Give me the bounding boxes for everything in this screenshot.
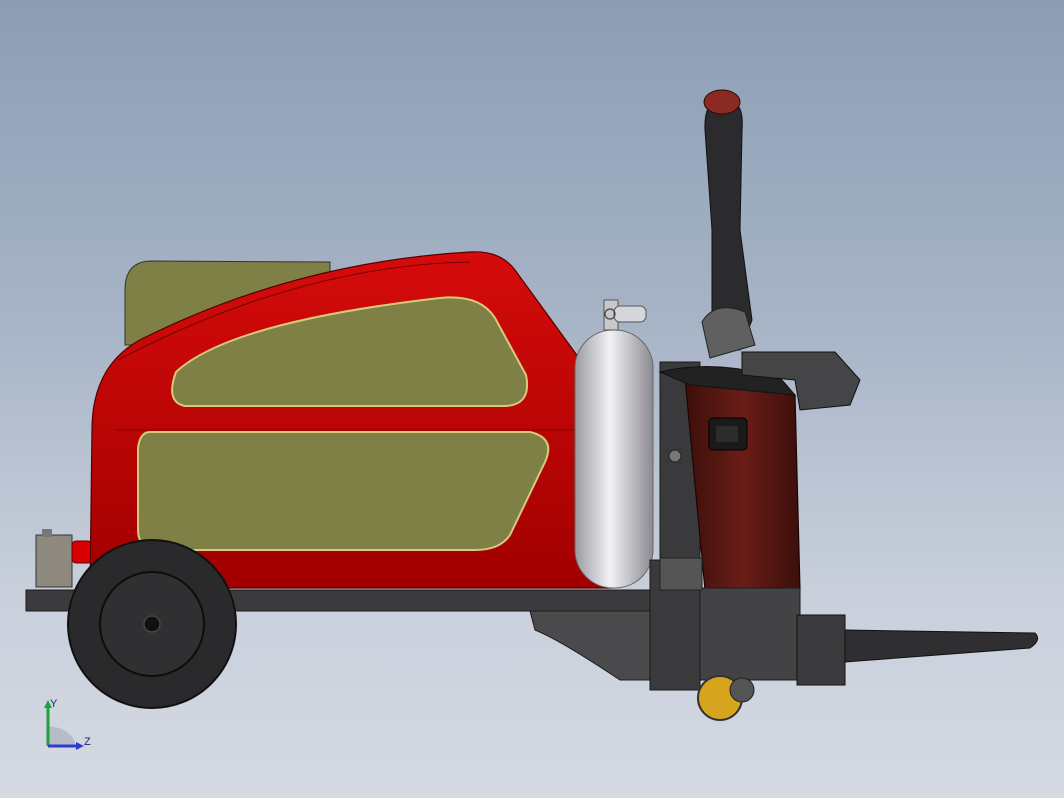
- rear-wheel: [67, 539, 237, 709]
- fork-bracket: [796, 614, 846, 686]
- axis-triad: Y Z: [38, 698, 98, 758]
- triad-plane: [48, 726, 76, 746]
- y-axis-label: Y: [50, 698, 58, 710]
- z-axis-label: Z: [84, 736, 91, 748]
- frame-lower-bracket: [529, 610, 661, 681]
- gas-cylinder: [574, 329, 654, 589]
- vehicle-model[interactable]: [0, 0, 1064, 798]
- tiller-handle-cap: [703, 89, 741, 115]
- cad-viewport[interactable]: Y Z: [0, 0, 1064, 798]
- rear-bracket-box: [35, 534, 73, 588]
- drive-base: [699, 587, 801, 681]
- lower-window-panel: [137, 431, 550, 551]
- red-connector: [71, 540, 93, 564]
- pallet-fork: [844, 629, 1039, 663]
